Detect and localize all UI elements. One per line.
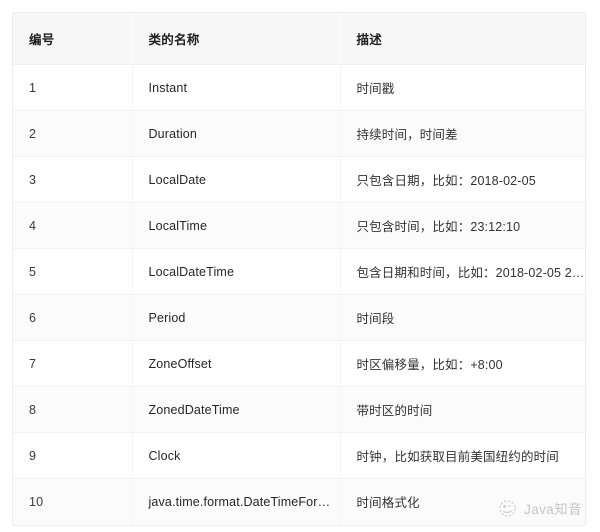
cell-number: 2 [13,110,133,157]
table-row: 2 Duration 持续时间，时间差 [13,110,585,157]
cell-class-name: ZonedDateTime [132,386,341,433]
table-row: 4 LocalTime 只包含时间，比如：23:12:10 [13,202,585,249]
table-row: 7 ZoneOffset 时区偏移量，比如：+8:00 [13,340,585,387]
cell-class-name: Duration [132,110,341,157]
cell-description: 时间段 [340,294,585,341]
cell-number: 1 [13,64,133,111]
cell-description: 包含日期和时间，比如：2018-02-05 23:14:21 [340,248,585,295]
table-body: 1 Instant 时间戳 2 Duration 持续时间，时间差 3 Loca… [13,64,585,525]
cell-number: 7 [13,340,133,387]
cell-number: 3 [13,156,133,203]
cell-number: 10 [13,478,133,525]
page-root: 编号 类的名称 描述 1 Instant 时间戳 2 Duration 持续时间… [0,0,600,532]
cell-number: 4 [13,202,133,249]
data-table-container: 编号 类的名称 描述 1 Instant 时间戳 2 Duration 持续时间… [12,12,586,526]
cell-class-name: LocalDate [132,156,341,203]
cell-number: 6 [13,294,133,341]
table-header-row: 编号 类的名称 描述 [13,13,585,65]
table-row: 3 LocalDate 只包含日期，比如：2018-02-05 [13,156,585,203]
cell-class-name: LocalTime [132,202,341,249]
table-row: 1 Instant 时间戳 [13,64,585,111]
column-header-class-name: 类的名称 [132,13,341,65]
table-header: 编号 类的名称 描述 [13,13,585,65]
table-row: 5 LocalDateTime 包含日期和时间，比如：2018-02-05 23… [13,248,585,295]
cell-description: 时间格式化 [340,478,585,525]
cell-description: 时区偏移量，比如：+8:00 [340,340,585,387]
table-row: 10 java.time.format.DateTimeFormatter 时间… [13,478,585,525]
cell-description: 只包含日期，比如：2018-02-05 [340,156,585,203]
cell-class-name: Period [132,294,341,341]
cell-number: 8 [13,386,133,433]
table-row: 6 Period 时间段 [13,294,585,341]
cell-description: 持续时间，时间差 [340,110,585,157]
cell-class-name: Clock [132,432,341,479]
cell-description: 时间戳 [340,64,585,111]
cell-class-name: LocalDateTime [132,248,341,295]
table-row: 9 Clock 时钟，比如获取目前美国纽约的时间 [13,432,585,479]
cell-class-name: ZoneOffset [132,340,341,387]
java-time-classes-table: 编号 类的名称 描述 1 Instant 时间戳 2 Duration 持续时间… [13,13,585,525]
cell-number: 9 [13,432,133,479]
column-header-description: 描述 [340,13,585,65]
cell-description: 带时区的时间 [340,386,585,433]
column-header-number: 编号 [13,13,133,65]
cell-number: 5 [13,248,133,295]
cell-description: 时钟，比如获取目前美国纽约的时间 [340,432,585,479]
table-row: 8 ZonedDateTime 带时区的时间 [13,386,585,433]
cell-description: 只包含时间，比如：23:12:10 [340,202,585,249]
cell-class-name: Instant [132,64,341,111]
cell-class-name: java.time.format.DateTimeFormatter [132,478,341,525]
